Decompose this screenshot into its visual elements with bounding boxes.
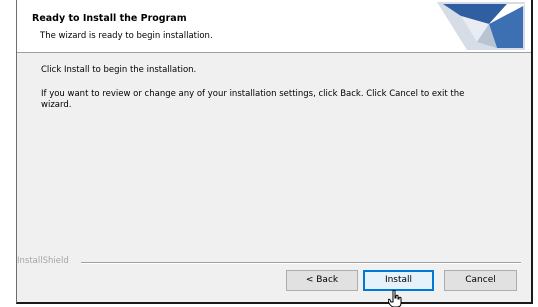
installshield-logo-icon xyxy=(437,2,525,50)
instruction-text: Click Install to begin the installation. xyxy=(41,65,197,75)
back-button[interactable]: < Back xyxy=(286,270,358,291)
footer-divider xyxy=(81,262,521,264)
install-button[interactable]: Install xyxy=(363,270,434,291)
hand-pointer-cursor-icon xyxy=(388,290,402,307)
page-title: Ready to Install the Program xyxy=(32,13,187,24)
page-subtitle: The wizard is ready to begin installatio… xyxy=(40,31,213,41)
install-dialog: Ready to Install the Program The wizard … xyxy=(16,0,533,304)
wizard-header: Ready to Install the Program The wizard … xyxy=(17,0,531,53)
brand-label: InstallShield xyxy=(17,256,69,266)
review-instruction-text: If you want to review or change any of y… xyxy=(41,89,465,110)
cancel-button[interactable]: Cancel xyxy=(444,270,517,291)
